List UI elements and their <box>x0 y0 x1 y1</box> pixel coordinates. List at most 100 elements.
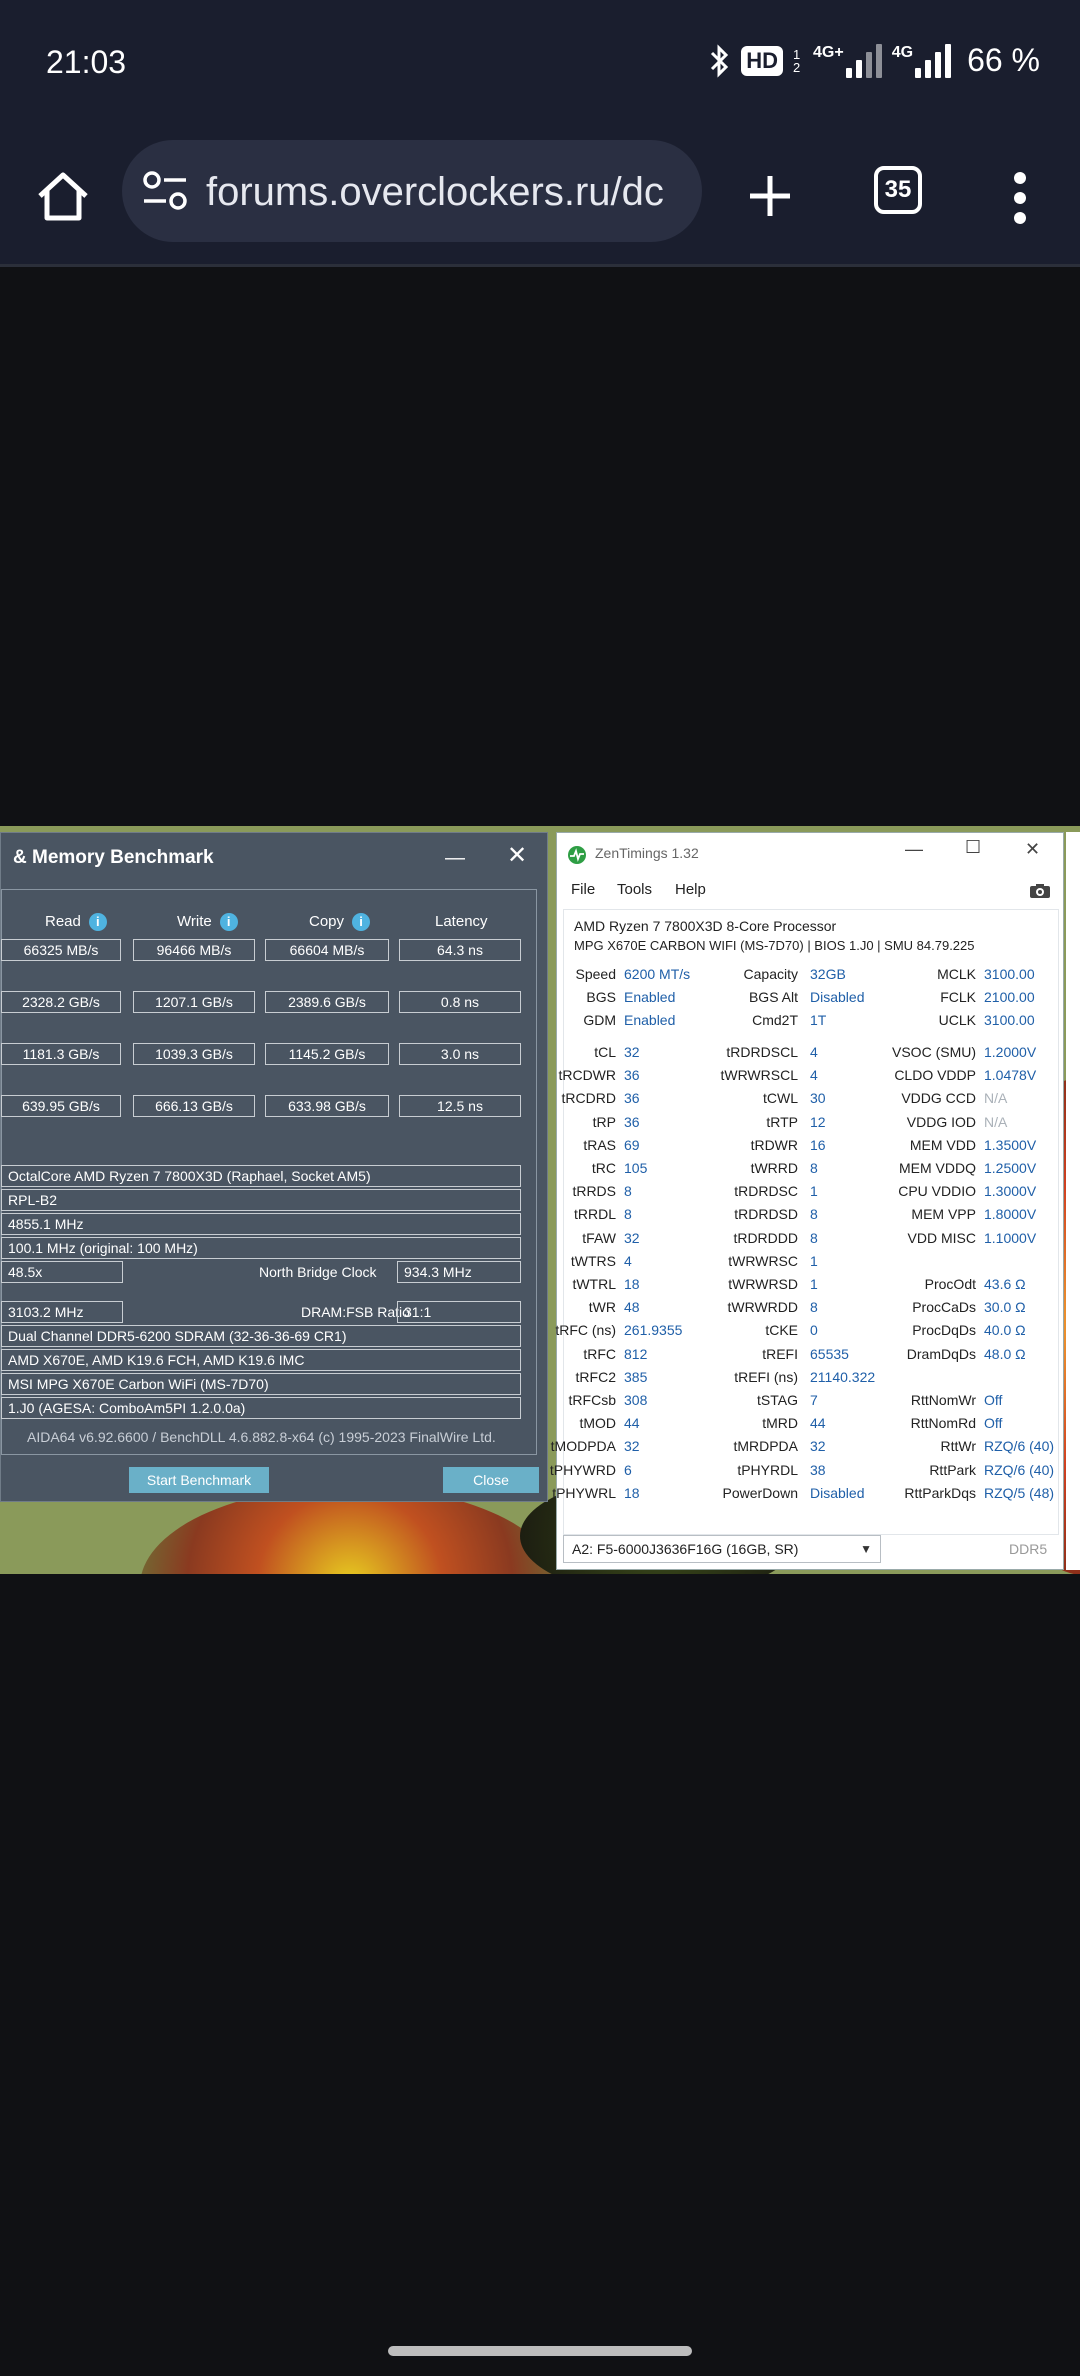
result-cell: 64.3 ns <box>399 939 521 961</box>
module-select[interactable]: A2: F5-6000J3636F16G (16GB, SR) ▼ <box>563 1535 881 1563</box>
start-benchmark-button[interactable]: Start Benchmark <box>129 1467 269 1493</box>
timing-value: 8 <box>810 1206 818 1223</box>
timing-label: tRCDRD <box>561 1090 616 1107</box>
toolbar-divider <box>0 264 1080 267</box>
timing-label: tREFI (ns) <box>734 1368 798 1385</box>
read-header: Read i <box>45 913 107 932</box>
timing-label: VSOC (SMU) <box>892 1044 976 1060</box>
maximize-icon[interactable]: ☐ <box>965 837 981 858</box>
zentimings-logo-icon <box>568 846 586 864</box>
timing-value: RZQ/6 (40) <box>984 1438 1055 1455</box>
menu-file[interactable]: File <box>571 881 595 898</box>
timing-label: RttNomWr <box>910 1392 976 1408</box>
timing-value: 38 <box>810 1461 826 1478</box>
result-cell: 639.95 GB/s <box>1 1095 121 1117</box>
timing-value: Enabled <box>624 1012 676 1029</box>
timing-value: 12 <box>810 1113 826 1130</box>
timing-label: BGS Alt <box>748 989 798 1006</box>
timing-label: tRC <box>591 1160 616 1176</box>
timing-value: Off <box>984 1392 1003 1408</box>
dram-fsb-ratio-value: 31:1 <box>397 1301 521 1323</box>
timing-label: RttWr <box>940 1438 976 1455</box>
timing-value: N/A <box>984 1113 1008 1130</box>
timing-value: 6 <box>624 1461 632 1478</box>
timing-label: tMRD <box>762 1415 798 1432</box>
signal-1: 4G+ <box>813 43 882 78</box>
timing-value: 308 <box>624 1392 648 1408</box>
timing-label: tMODPDA <box>550 1438 616 1455</box>
timing-value: 812 <box>624 1345 648 1362</box>
close-icon[interactable]: ✕ <box>1025 839 1040 860</box>
timing-value: Disabled <box>810 989 865 1006</box>
new-tab-button[interactable] <box>744 170 796 222</box>
info-icon[interactable]: i <box>88 913 107 932</box>
timing-label: UCLK <box>938 1012 976 1029</box>
close-icon[interactable]: ✕ <box>507 841 527 870</box>
timing-value: RZQ/5 (48) <box>984 1484 1055 1501</box>
nb-clock-value: 934.3 MHz <box>397 1261 521 1283</box>
home-button[interactable] <box>30 164 96 230</box>
timing-value: 1.8000V <box>984 1206 1037 1223</box>
menu-bar: File Tools Help <box>557 877 1065 905</box>
result-cell: 2389.6 GB/s <box>265 991 389 1013</box>
timing-label: PowerDown <box>722 1484 798 1501</box>
latency-header: Latency <box>435 913 488 930</box>
timing-value: 2100.00 <box>984 989 1035 1006</box>
motherboard: MSI MPG X670E Carbon WiFi (MS-7D70) <box>1 1373 521 1395</box>
aida64-window: & Memory Benchmark — ✕ Read i Write i Copy… <box>0 832 548 1502</box>
timing-value: 18 <box>624 1484 640 1501</box>
more-menu-button[interactable] <box>1010 170 1030 226</box>
result-cell: 2328.2 GB/s <box>1 991 121 1013</box>
timing-value: 1 <box>810 1276 818 1292</box>
menu-tools[interactable]: Tools <box>617 881 652 898</box>
info-icon[interactable]: i <box>219 913 238 932</box>
info-icon[interactable]: i <box>352 913 371 932</box>
timing-label: CPU VDDIO <box>898 1183 976 1200</box>
signal-bars-icon <box>915 43 952 78</box>
result-cell: 1145.2 GB/s <box>265 1043 389 1065</box>
timing-value: 32GB <box>810 966 846 982</box>
minimize-icon[interactable]: — <box>445 847 465 870</box>
timing-value: 36 <box>624 1113 640 1130</box>
timing-value: 1.3500V <box>984 1136 1037 1153</box>
address-bar[interactable]: forums.overclockers.ru/dc <box>122 140 702 242</box>
signal-2: 4G <box>892 43 952 78</box>
cpu-name: AMD Ryzen 7 7800X3D 8-Core Processor <box>574 918 837 934</box>
timing-value: RZQ/6 (40) <box>984 1461 1055 1478</box>
timing-value: 8 <box>810 1160 818 1176</box>
copy-header: Copy i <box>309 913 371 932</box>
timing-value: 69 <box>624 1136 640 1153</box>
timing-label: MEM VDD <box>909 1136 976 1153</box>
minimize-icon[interactable]: — <box>905 839 923 860</box>
timing-value: Disabled <box>810 1484 865 1501</box>
menu-help[interactable]: Help <box>675 881 706 898</box>
memory-type-label: DDR5 <box>1009 1541 1048 1557</box>
screenshot-camera-icon[interactable] <box>1029 883 1051 899</box>
timing-value: 32 <box>624 1229 640 1246</box>
timing-value: 44 <box>624 1415 640 1432</box>
close-button[interactable]: Close <box>443 1467 539 1493</box>
timing-value: 32 <box>810 1438 826 1455</box>
timing-label: tWTRS <box>570 1252 616 1269</box>
timing-label: tFAW <box>582 1229 616 1246</box>
cpu-multiplier: 48.5x <box>1 1261 123 1283</box>
zentimings-title: ZenTimings 1.32 <box>595 845 699 861</box>
timing-label: RttParkDqs <box>904 1484 976 1501</box>
result-cell: 1207.1 GB/s <box>133 991 255 1013</box>
timing-label: tCKE <box>765 1322 798 1339</box>
site-settings-icon[interactable] <box>142 170 188 212</box>
timing-value: 48 <box>624 1299 640 1316</box>
timing-label: tREFI <box>762 1345 798 1362</box>
tab-switcher-button[interactable]: 35 <box>874 166 922 214</box>
url-text[interactable]: forums.overclockers.ru/dc <box>206 170 688 215</box>
timing-label: tRDRDDD <box>733 1229 798 1246</box>
clock: 21:03 <box>46 44 127 80</box>
timing-value: N/A <box>984 1090 1008 1107</box>
gesture-home-bar[interactable] <box>388 2346 692 2356</box>
module-select-value: A2: F5-6000J3636F16G (16GB, SR) <box>572 1541 799 1557</box>
timing-label: Speed <box>575 966 616 982</box>
timing-value: 30.0 Ω <box>984 1299 1026 1316</box>
forum-screenshot-image[interactable]: & Memory Benchmark — ✕ Read i Write i Copy… <box>0 826 1080 1574</box>
timing-label: ProcDqDs <box>912 1322 976 1339</box>
board-info: MPG X670E CARBON WIFI (MS-7D70) | BIOS 1… <box>574 938 975 953</box>
